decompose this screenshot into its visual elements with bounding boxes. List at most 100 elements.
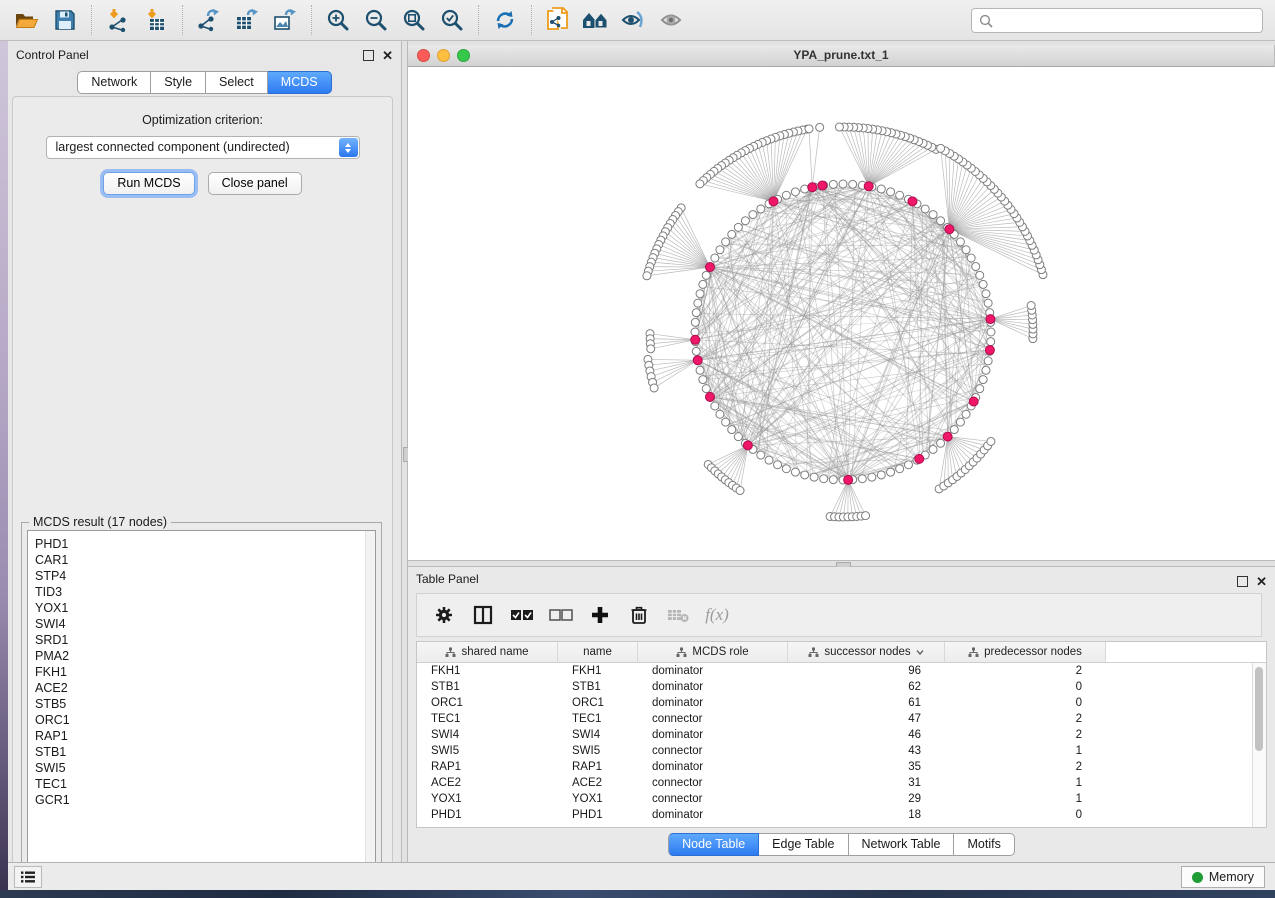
zoom-fit-button[interactable] — [395, 3, 433, 37]
show-tasks-button[interactable] — [14, 866, 42, 888]
zoom-selected-button[interactable] — [433, 3, 471, 37]
mcds-result-item[interactable]: SRD1 — [35, 632, 375, 648]
graph-node-dominator[interactable] — [864, 182, 873, 191]
table-row[interactable]: RAP1RAP1dominator352 — [417, 759, 1253, 775]
mcds-result-item[interactable]: TID3 — [35, 584, 375, 600]
graph-node[interactable] — [694, 299, 702, 307]
graph-node-dominator[interactable] — [844, 475, 853, 484]
close-panel-button[interactable]: Close panel — [208, 172, 302, 195]
tab-select[interactable]: Select — [206, 71, 268, 94]
vertical-splitter[interactable] — [401, 41, 408, 862]
mcds-result-item[interactable]: STB5 — [35, 696, 375, 712]
mcds-result-item[interactable]: ACE2 — [35, 680, 375, 696]
mcds-result-list[interactable]: PHD1CAR1STP4TID3YOX1SWI4SRD1PMA2FKH1ACE2… — [27, 530, 376, 873]
graph-node[interactable] — [972, 263, 980, 271]
graph-node[interactable] — [716, 246, 724, 254]
hide-graphics-details-button[interactable] — [615, 3, 653, 37]
delete-column-button[interactable] — [624, 599, 654, 631]
tab-style[interactable]: Style — [151, 71, 206, 94]
graph-node[interactable] — [982, 290, 990, 298]
graph-node[interactable] — [921, 205, 929, 213]
graph-node[interactable] — [849, 180, 857, 188]
graph-node[interactable] — [820, 475, 828, 483]
graph-node[interactable] — [810, 473, 818, 481]
graph-node[interactable] — [728, 230, 736, 238]
import-table-button[interactable] — [137, 3, 175, 37]
graph-node[interactable] — [696, 180, 704, 188]
add-column-button[interactable] — [585, 599, 615, 631]
network-graph[interactable] — [408, 67, 1275, 560]
mcds-result-item[interactable]: PMA2 — [35, 648, 375, 664]
tab-mcds[interactable]: MCDS — [268, 71, 332, 94]
graph-node[interactable] — [716, 410, 724, 418]
graph-node[interactable] — [782, 191, 790, 199]
table-row[interactable]: YOX1YOX1connector291 — [417, 791, 1253, 807]
zoom-out-button[interactable] — [357, 3, 395, 37]
tab-network-table[interactable]: Network Table — [849, 833, 955, 856]
graph-node[interactable] — [702, 385, 710, 393]
graph-node[interactable] — [829, 476, 837, 484]
graph-node[interactable] — [699, 280, 707, 288]
graph-node[interactable] — [976, 385, 984, 393]
graph-node[interactable] — [749, 211, 757, 219]
table-row[interactable]: STB1STB1dominator620 — [417, 679, 1253, 695]
graph-node-dominator[interactable] — [908, 197, 917, 206]
graph-node[interactable] — [862, 512, 870, 520]
graph-node[interactable] — [702, 271, 710, 279]
share-document-button[interactable] — [539, 3, 577, 37]
mcds-result-item[interactable]: TEC1 — [35, 776, 375, 792]
graph-node[interactable] — [765, 456, 773, 464]
graph-node[interactable] — [741, 217, 749, 225]
table-row[interactable]: ACE2ACE2connector311 — [417, 775, 1253, 791]
graph-node[interactable] — [887, 188, 895, 196]
graph-node[interactable] — [962, 410, 970, 418]
graph-node[interactable] — [982, 366, 990, 374]
mcds-result-item[interactable]: GCR1 — [35, 792, 375, 808]
mcds-result-item[interactable]: PHD1 — [35, 536, 375, 552]
float-panel-icon[interactable] — [363, 50, 374, 61]
tab-edge-table[interactable]: Edge Table — [759, 833, 848, 856]
graph-node[interactable] — [984, 299, 992, 307]
mcds-result-item[interactable]: YOX1 — [35, 600, 375, 616]
graph-node[interactable] — [782, 465, 790, 473]
graph-node[interactable] — [877, 471, 885, 479]
list-scrollbar[interactable] — [365, 531, 375, 872]
graph-node[interactable] — [696, 366, 704, 374]
graph-node[interactable] — [929, 445, 937, 453]
graph-node[interactable] — [976, 271, 984, 279]
graph-node-dominator[interactable] — [705, 263, 714, 272]
graph-node[interactable] — [643, 272, 651, 280]
graph-node[interactable] — [839, 180, 847, 188]
graph-node[interactable] — [650, 384, 658, 392]
graph-node[interactable] — [757, 205, 765, 213]
graph-node[interactable] — [691, 318, 699, 326]
graph-node[interactable] — [734, 223, 742, 231]
mcds-result-item[interactable]: RAP1 — [35, 728, 375, 744]
float-panel-icon[interactable] — [1237, 576, 1248, 587]
graph-node-dominator[interactable] — [986, 315, 995, 324]
graph-node[interactable] — [734, 433, 742, 441]
graph-node[interactable] — [896, 465, 904, 473]
graph-node[interactable] — [987, 437, 995, 445]
graph-node[interactable] — [722, 238, 730, 246]
export-network-button[interactable] — [190, 3, 228, 37]
graph-node[interactable] — [692, 309, 700, 317]
column-header-name[interactable]: name — [558, 642, 638, 663]
network-window-titlebar[interactable]: YPA_prune.txt_1 — [408, 45, 1274, 67]
graph-node[interactable] — [937, 217, 945, 225]
horizontal-splitter[interactable] — [408, 560, 1275, 567]
graph-node[interactable] — [774, 461, 782, 469]
table-row[interactable]: TEC1TEC1connector472 — [417, 711, 1253, 727]
network-canvas[interactable] — [408, 67, 1275, 560]
graph-node-dominator[interactable] — [818, 181, 827, 190]
select-all-rows-button[interactable] — [507, 599, 537, 631]
show-columns-button[interactable] — [468, 599, 498, 631]
close-panel-icon[interactable]: ✕ — [382, 51, 393, 60]
refresh-layout-button[interactable] — [486, 3, 524, 37]
mcds-result-item[interactable]: SWI4 — [35, 616, 375, 632]
graph-node-dominator[interactable] — [915, 454, 924, 463]
graph-node[interactable] — [791, 468, 799, 476]
graph-node[interactable] — [956, 418, 964, 426]
graph-node[interactable] — [896, 191, 904, 199]
mcds-result-item[interactable]: STB1 — [35, 744, 375, 760]
